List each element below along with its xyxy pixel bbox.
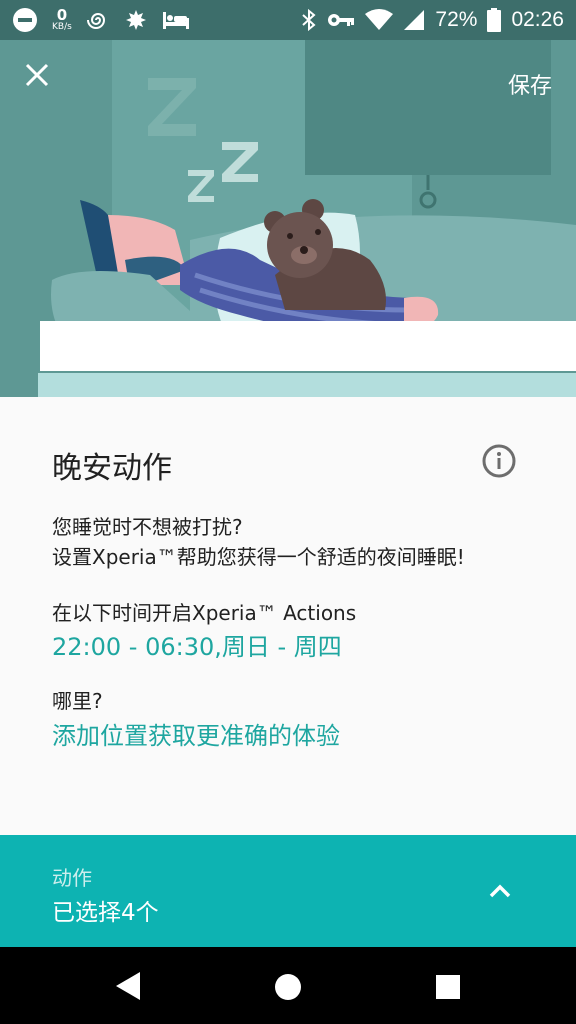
- hero-illustration: 保存: [0, 40, 576, 397]
- network-speed-value: 0: [56, 6, 68, 24]
- location-label: 哪里?: [52, 689, 103, 713]
- home-button[interactable]: [266, 965, 310, 1009]
- description-line-1: 您睡觉时不想被打扰?: [52, 515, 243, 539]
- recents-button[interactable]: [426, 965, 470, 1009]
- actions-panel[interactable]: 动作 已选择4个: [0, 835, 576, 947]
- home-icon: [275, 974, 301, 1000]
- chevron-up-icon[interactable]: [485, 879, 515, 903]
- actions-count: 已选择4个: [52, 900, 159, 926]
- recents-icon: [436, 975, 460, 999]
- bed-icon: [162, 9, 190, 31]
- clock: 02:26: [511, 8, 564, 31]
- sleeping-illustration: [38, 40, 576, 397]
- schedule-value[interactable]: 22:00 - 06:30,周日 - 周四: [52, 627, 342, 662]
- back-icon: [116, 972, 140, 1000]
- swirl-icon: [86, 8, 110, 32]
- navigation-bar: [0, 947, 576, 1024]
- dnd-icon: [12, 7, 38, 33]
- close-button[interactable]: [24, 62, 66, 104]
- description: 您睡觉时不想被打扰? 设置Xperia™帮助您获得一个舒适的夜间睡眠!: [52, 512, 465, 572]
- back-button[interactable]: [106, 967, 150, 1005]
- add-location-link[interactable]: 添加位置获取更准确的体验: [52, 716, 340, 751]
- network-speed: 0 KB/s: [52, 8, 72, 32]
- description-line-2: 设置Xperia™帮助您获得一个舒适的夜间睡眠!: [52, 545, 465, 569]
- main-content: 晚安动作 您睡觉时不想被打扰? 设置Xperia™帮助您获得一个舒适的夜间睡眠!…: [0, 397, 576, 835]
- leaf-icon: [124, 8, 148, 32]
- close-icon: [25, 63, 49, 87]
- network-speed-unit: KB/s: [52, 22, 72, 32]
- battery-percent: 72%: [435, 8, 478, 31]
- bluetooth-icon: [301, 8, 317, 32]
- page-title: 晚安动作: [52, 451, 172, 486]
- signal-icon: [403, 9, 425, 31]
- actions-label: 动作: [52, 866, 92, 890]
- wifi-icon: [365, 9, 394, 31]
- schedule-label: 在以下时间开启Xperia™ Actions: [52, 601, 357, 625]
- info-icon: [482, 444, 516, 478]
- status-bar: 0 KB/s 72% 02:26: [0, 0, 576, 40]
- info-button[interactable]: [482, 444, 516, 478]
- battery-icon: [487, 8, 502, 32]
- save-button[interactable]: 保存: [508, 68, 552, 100]
- key-icon: [327, 11, 355, 29]
